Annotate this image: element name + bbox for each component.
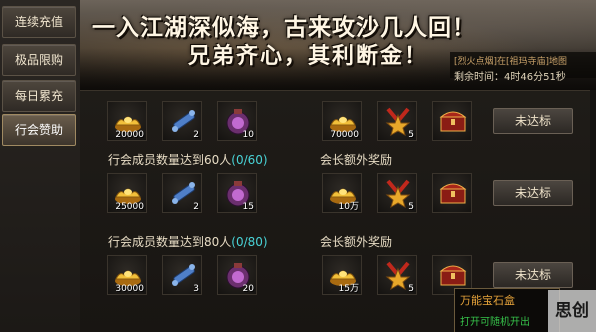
reward-slot[interactable]: 25000 [107, 173, 147, 213]
bonus-slot[interactable]: 5 [377, 255, 417, 295]
item-quantity: 15 [242, 202, 254, 212]
claim-status-button[interactable]: 未达标 [493, 180, 573, 206]
reward-slot[interactable]: 2 [162, 101, 202, 141]
bonus-slot[interactable]: 5 [377, 101, 417, 141]
condition-progress: (0/80) [231, 235, 268, 249]
item-quantity: 25000 [115, 202, 144, 212]
game-window: 连续充值 极品限购 每日累充 行会赞助 一入江湖深似海，古来攻沙几人回！ 兄弟齐… [0, 0, 596, 332]
item-quantity: 5 [408, 130, 414, 140]
tooltip-title: 万能宝石盒 [460, 294, 515, 307]
item-quantity: 2 [193, 202, 199, 212]
reward-slot[interactable]: 3 [162, 255, 202, 295]
item-quantity: 3 [193, 284, 199, 294]
reward-slot[interactable]: 15 [217, 173, 257, 213]
claim-status-button[interactable]: 未达标 [493, 262, 573, 288]
reward-slot[interactable]: 20000 [107, 101, 147, 141]
leader-bonus-label: 会长额外奖励 [320, 153, 393, 167]
condition-progress: (0/60) [231, 153, 268, 167]
tooltip-desc: 打开可随机开出 [460, 317, 530, 328]
item-quantity: 10 [242, 130, 254, 140]
sidebar-item-limited-purchase[interactable]: 极品限购 [2, 44, 76, 76]
item-quantity: 30000 [115, 284, 144, 294]
banner-slogan-line1: 一入江湖深似海，古来攻沙几人回！ [92, 14, 476, 41]
bonus-slot[interactable] [432, 101, 472, 141]
item-quantity: 20000 [115, 130, 144, 140]
item-quantity: 15万 [338, 284, 359, 294]
reward-slot[interactable]: 2 [162, 173, 202, 213]
claim-status-button[interactable]: 未达标 [493, 108, 573, 134]
row-condition-label: 行会成员数量达到80人(0/80) [108, 233, 268, 250]
reward-slot[interactable]: 20 [217, 255, 257, 295]
item-quantity: 10万 [338, 202, 359, 212]
sidebar-item-daily-recharge[interactable]: 每日累充 [2, 80, 76, 112]
bonus-slot[interactable] [432, 173, 472, 213]
item-tooltip: 万能宝石盒 打开可随机开出 [454, 288, 560, 332]
banner-slogan-line2: 兄弟齐心，其利断金！ [188, 43, 429, 69]
bonus-slot[interactable]: 5 [377, 173, 417, 213]
item-quantity: 5 [408, 284, 414, 294]
leader-bonus-label: 会长额外奖励 [320, 235, 393, 249]
treasure-chest-icon [439, 183, 467, 204]
item-quantity: 70000 [330, 130, 359, 140]
item-quantity: 5 [408, 202, 414, 212]
condition-text: 行会成员数量达到60人 [108, 153, 232, 167]
banner: 一入江湖深似海，古来攻沙几人回！ 兄弟齐心，其利断金！ [烈火点烟]在[祖玛寺庙… [80, 0, 596, 90]
sidebar-item-continuous-recharge[interactable]: 连续充值 [2, 6, 76, 38]
item-quantity: 20 [242, 284, 254, 294]
row-condition-label: 行会成员数量达到60人(0/60) [108, 151, 268, 168]
sidebar: 连续充值 极品限购 每日累充 行会赞助 [0, 0, 81, 332]
treasure-chest-icon [439, 111, 467, 132]
item-quantity: 2 [193, 130, 199, 140]
treasure-chest-icon [439, 265, 467, 286]
bonus-slot[interactable]: 15万 [322, 255, 362, 295]
reward-row: 行会成员数量达到60人(0/60) 会长额外奖励 25000 2 15 10万 5 未达标 [80, 151, 590, 231]
sidebar-item-guild-sponsor[interactable]: 行会赞助 [2, 114, 76, 146]
bonus-slot[interactable]: 70000 [322, 101, 362, 141]
watermark-logo: 思创网 [548, 290, 596, 332]
event-info: [烈火点烟]在[祖玛寺庙]地图 剩余时间：4时46分51秒 [450, 52, 596, 83]
event-name: [烈火点烟]在[祖玛寺庙]地图 [454, 57, 568, 67]
reward-slot[interactable]: 10 [217, 101, 257, 141]
bonus-slot[interactable]: 10万 [322, 173, 362, 213]
condition-text: 行会成员数量达到80人 [108, 235, 232, 249]
time-remaining: 剩余时间：4时46分51秒 [454, 72, 566, 83]
reward-slot[interactable]: 30000 [107, 255, 147, 295]
